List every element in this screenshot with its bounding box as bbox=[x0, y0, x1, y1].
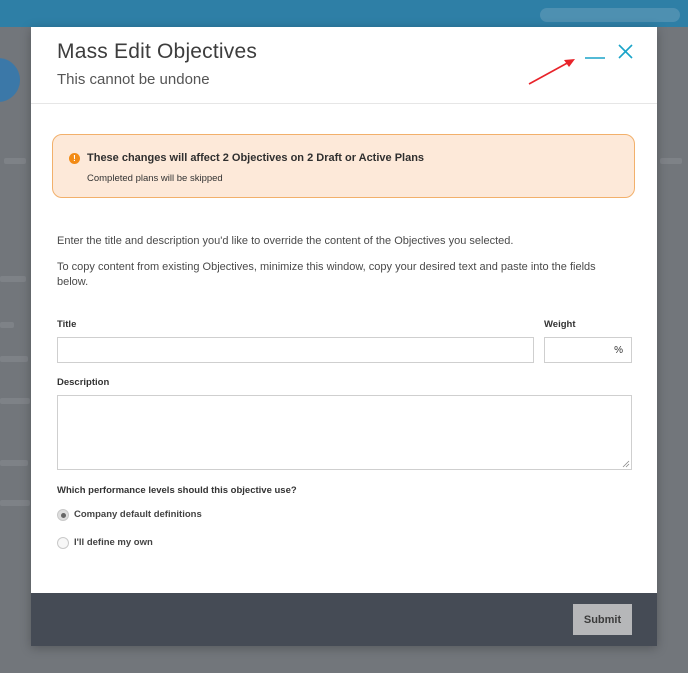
background-text bbox=[0, 500, 30, 506]
background-text bbox=[660, 158, 682, 164]
title-label: Title bbox=[57, 319, 77, 330]
radio-button-checked[interactable] bbox=[57, 509, 69, 521]
minimize-button[interactable] bbox=[583, 41, 607, 65]
background-text bbox=[0, 322, 14, 328]
minimize-icon bbox=[585, 57, 605, 59]
resize-handle-icon[interactable] bbox=[622, 460, 630, 468]
modal-footer: Submit bbox=[31, 593, 657, 646]
instruction-text: To copy content from existing Objectives… bbox=[57, 261, 596, 288]
description-label: Description bbox=[57, 377, 110, 388]
close-button[interactable] bbox=[614, 41, 638, 65]
background-text bbox=[4, 158, 26, 164]
background-text bbox=[0, 356, 28, 362]
warning-icon: ! bbox=[69, 153, 80, 164]
annotation-arrow-icon bbox=[528, 59, 575, 85]
background-text bbox=[0, 398, 30, 404]
mass-edit-modal: Mass Edit Objectives This cannot be undo… bbox=[31, 27, 657, 646]
background-top-bar bbox=[0, 0, 688, 27]
weight-input[interactable]: % bbox=[544, 337, 632, 363]
modal-subtitle: This cannot be undone bbox=[57, 71, 210, 88]
radio-label: I'll define my own bbox=[74, 537, 153, 548]
modal-title: Mass Edit Objectives bbox=[57, 40, 258, 63]
percent-unit: % bbox=[614, 345, 623, 356]
weight-label: Weight bbox=[544, 319, 576, 330]
title-input[interactable] bbox=[57, 337, 534, 363]
alert-text: Completed plans will be skipped bbox=[87, 173, 223, 184]
background-account-pill bbox=[540, 8, 680, 22]
modal-header: Mass Edit Objectives This cannot be undo… bbox=[31, 27, 657, 104]
radio-label: Company default definitions bbox=[74, 509, 202, 520]
instruction-text: Enter the title and description you'd li… bbox=[57, 235, 514, 247]
submit-button[interactable]: Submit bbox=[573, 604, 632, 635]
warning-alert: ! These changes will affect 2 Objectives… bbox=[52, 134, 635, 198]
performance-levels-question: Which performance levels should this obj… bbox=[57, 485, 297, 496]
radio-button[interactable] bbox=[57, 537, 69, 549]
description-textarea[interactable] bbox=[57, 395, 632, 470]
alert-title: These changes will affect 2 Objectives o… bbox=[87, 152, 425, 164]
background-text bbox=[0, 276, 26, 282]
background-text bbox=[0, 460, 28, 466]
close-icon bbox=[618, 44, 633, 59]
